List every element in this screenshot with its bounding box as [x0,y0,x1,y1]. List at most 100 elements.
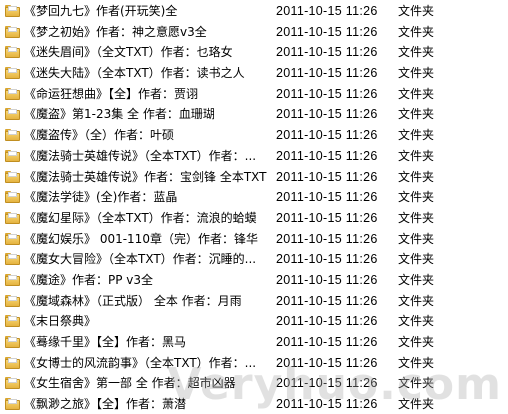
file-row[interactable]: 《魔幻星际》（全本TXT）作者：流浪的蛤蟆 2011-10-15 11:26 文件夹 [0,208,508,229]
folder-icon [5,253,20,266]
file-row[interactable]: 《末日祭典》 2011-10-15 11:26 文件夹 [0,311,508,332]
folder-icon [5,336,20,348]
file-type: 文件夹 [398,210,435,225]
file-list: 《梦回九七》作者(开玩笑)全 2011-10-15 11:26 文件夹 《梦之初始》作… [0,0,508,414]
date-modified: 2011-10-15 11:26 [276,4,378,18]
folder-icon [5,129,20,142]
folder-icon [5,46,20,59]
date-modified: 2011-10-15 11:26 [276,210,378,225]
folder-icon [5,211,20,224]
file-name[interactable]: 《命运狂想曲》【全】作者：贾诩 [24,84,272,105]
folder-icon [5,87,20,100]
file-type: 文件夹 [398,335,435,349]
date-modified: 2011-10-15 11:26 [276,335,378,349]
file-type: 文件夹 [398,252,435,267]
file-name[interactable]: 《迷失眉间》（全文TXT）作者：乜珞女 [24,42,272,63]
date-modified: 2011-10-15 11:26 [276,252,378,267]
file-type: 文件夹 [398,86,435,101]
folder-icon [5,170,20,183]
file-row[interactable]: 《命运狂想曲》【全】作者：贾诩 2011-10-15 11:26 文件夹 [0,84,508,105]
file-row[interactable]: 《魔盗传》（全）作者：叶硕 2011-10-15 11:26 文件夹 [0,125,508,146]
file-name[interactable]: 《魔法骑士英雄传说》作者：宝剑锋 全本TXT [24,167,272,188]
date-modified: 2011-10-15 11:26 [276,314,378,329]
date-modified: 2011-10-15 11:26 [276,293,378,308]
file-name[interactable]: 《魔幻娱乐》 001-110章（完）作者：锋华 [24,229,272,250]
folder-icon [5,149,20,162]
date-modified: 2011-10-15 11:26 [276,86,378,101]
file-name[interactable]: 《蓦缘千里》【全】作者：黑马 [24,332,272,353]
file-name[interactable]: 《飘渺之旅》【全】作者：萧潜 [24,394,272,414]
file-type: 文件夹 [398,190,435,205]
file-row[interactable]: 《梦之初始》作者：神之意愿v3全 2011-10-15 11:26 文件夹 [0,22,508,43]
file-row[interactable]: 《魔途》作者：PP v3全 2011-10-15 11:26 文件夹 [0,270,508,291]
file-row[interactable]: 《迷失大陆》（全本TXT）作者：读书之人 2011-10-15 11:26 文件夹 [0,63,508,84]
date-modified: 2011-10-15 11:26 [276,272,378,287]
file-type: 文件夹 [398,397,435,412]
date-modified: 2011-10-15 11:26 [276,376,378,391]
date-modified: 2011-10-15 11:26 [276,45,378,60]
file-row[interactable]: 《魔法学徒》(全)作者：蓝晶 2011-10-15 11:26 文件夹 [0,187,508,208]
file-name[interactable]: 《魔女大冒险》（全本TXT）作者：沉睡的... [24,249,272,270]
date-modified: 2011-10-15 11:26 [276,107,378,122]
file-name[interactable]: 《迷失大陆》（全本TXT）作者：读书之人 [24,63,272,84]
date-modified: 2011-10-15 11:26 [276,148,378,163]
file-row[interactable]: 《飘渺之旅》【全】作者：萧潜 2011-10-15 11:26 文件夹 [0,394,508,414]
file-name[interactable]: 《魔盗》第1-23集 全 作者：血珊瑚 [24,104,272,125]
folder-icon [5,232,20,245]
date-modified: 2011-10-15 11:26 [276,355,378,370]
folder-icon [5,67,20,80]
file-type: 文件夹 [398,272,435,287]
file-name[interactable]: 《梦回九七》作者(开玩笑)全 [24,1,272,22]
date-modified: 2011-10-15 11:26 [276,128,378,143]
folder-icon [5,25,20,38]
file-name[interactable]: 《魔途》作者：PP v3全 [24,270,272,291]
folder-icon [5,377,20,390]
file-name[interactable]: 《魔域森林》（正式版） 全本 作者：月雨 [24,291,272,312]
folder-icon [5,273,20,286]
folder-icon [5,315,20,328]
file-type: 文件夹 [398,107,435,122]
folder-icon [5,294,20,307]
file-name[interactable]: 《梦之初始》作者：神之意愿v3全 [24,22,272,43]
file-name[interactable]: 《魔盗传》（全）作者：叶硕 [24,125,272,146]
file-type: 文件夹 [398,376,435,391]
folder-icon [5,398,20,411]
file-name[interactable]: 《魔法骑士英雄传说》（全本TXT）作者：... [24,146,272,167]
date-modified: 2011-10-15 11:26 [276,169,378,184]
date-modified: 2011-10-15 11:26 [276,24,378,39]
file-type: 文件夹 [398,128,435,143]
file-row[interactable]: 《迷失眉间》（全文TXT）作者：乜珞女 2011-10-15 11:26 文件夹 [0,42,508,63]
file-row[interactable]: 《女生宿舍》第一部 全 作者：超市凶器 2011-10-15 11:26 文件夹 [0,373,508,394]
date-modified: 2011-10-15 11:26 [276,231,378,246]
folder-icon [5,5,20,17]
folder-icon [5,356,20,369]
file-name[interactable]: 《女博士的风流韵事》（全本TXT）作者：... [24,353,272,374]
file-row[interactable]: 《魔法骑士英雄传说》（全本TXT）作者：... 2011-10-15 11:26 文… [0,146,508,167]
folder-icon [5,108,20,121]
file-row[interactable]: 《女博士的风流韵事》（全本TXT）作者：... 2011-10-15 11:26 文… [0,353,508,374]
file-type: 文件夹 [398,45,435,60]
file-row[interactable]: 《魔幻娱乐》 001-110章（完）作者：锋华 2011-10-15 11:26 文… [0,229,508,250]
file-name[interactable]: 《末日祭典》 [24,311,272,332]
file-row[interactable]: 《魔域森林》（正式版） 全本 作者：月雨 2011-10-15 11:26 文件夹 [0,291,508,312]
file-row[interactable]: 《魔女大冒险》（全本TXT）作者：沉睡的... 2011-10-15 11:26 文… [0,249,508,270]
file-name[interactable]: 《魔法学徒》(全)作者：蓝晶 [24,187,272,208]
file-type: 文件夹 [398,169,435,184]
date-modified: 2011-10-15 11:26 [276,190,378,205]
folder-icon [5,191,20,204]
file-row[interactable]: 《蓦缘千里》【全】作者：黑马 2011-10-15 11:26 文件夹 [0,332,508,353]
file-type: 文件夹 [398,4,435,18]
file-row[interactable]: 《魔盗》第1-23集 全 作者：血珊瑚 2011-10-15 11:26 文件夹 [0,104,508,125]
file-type: 文件夹 [398,314,435,329]
file-type: 文件夹 [398,66,435,81]
file-row[interactable]: 《魔法骑士英雄传说》作者：宝剑锋 全本TXT 2011-10-15 11:26 文件… [0,167,508,188]
file-name[interactable]: 《魔幻星际》（全本TXT）作者：流浪的蛤蟆 [24,208,272,229]
file-row[interactable]: 《梦回九七》作者(开玩笑)全 2011-10-15 11:26 文件夹 [0,1,508,22]
file-type: 文件夹 [398,24,435,39]
file-type: 文件夹 [398,148,435,163]
file-name[interactable]: 《女生宿舍》第一部 全 作者：超市凶器 [24,373,272,394]
file-type: 文件夹 [398,231,435,246]
date-modified: 2011-10-15 11:26 [276,397,378,412]
date-modified: 2011-10-15 11:26 [276,66,378,81]
file-type: 文件夹 [398,355,435,370]
